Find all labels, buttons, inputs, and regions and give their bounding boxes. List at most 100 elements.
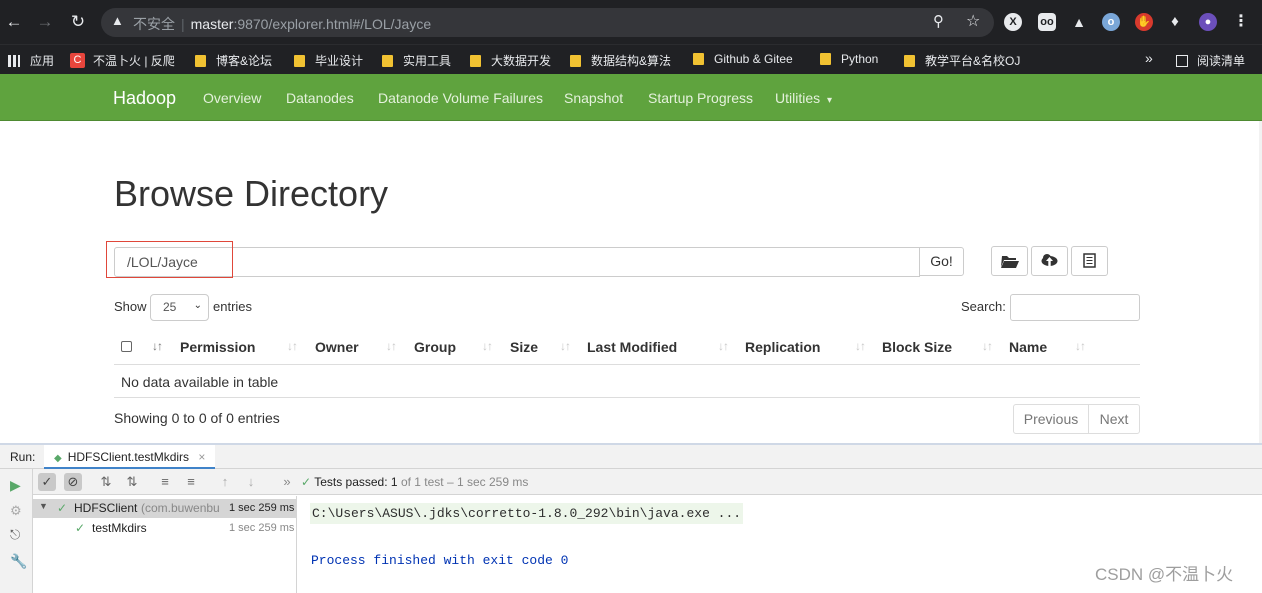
extension-hand-icon[interactable]: ✋ (1135, 13, 1153, 31)
test-class-name: HDFSClient (74, 501, 138, 515)
nav-datanode-volume-failures[interactable]: Datanode Volume Failures (378, 90, 543, 106)
sort-icon[interactable]: ↓↑ (718, 339, 729, 353)
more-bookmarks-button[interactable]: » (1145, 50, 1153, 66)
nav-utilities-label: Utilities (775, 90, 821, 106)
create-directory-button[interactable] (991, 246, 1028, 276)
reload-icon[interactable]: ↻ (67, 11, 89, 33)
search-input[interactable] (1010, 294, 1140, 321)
console-exit-line: Process finished with exit code 0 (311, 553, 569, 568)
wrench-icon[interactable]: 🔧 (10, 553, 27, 570)
sort-alpha-icon[interactable]: ⇅ (97, 473, 115, 491)
debug-icon[interactable]: ⚙ (10, 503, 22, 519)
tree-row-method[interactable]: ✓ testMkdirs 1 sec 259 ms (33, 519, 297, 538)
bookmark-folder[interactable]: 教学平台&名校OJ (904, 52, 1020, 69)
sort-icon[interactable]: ↓↑ (855, 339, 866, 353)
extensions-puzzle-icon[interactable]: ♦ (1166, 13, 1184, 31)
extension-box-icon[interactable]: oo (1038, 13, 1056, 31)
attach-icon[interactable]: ⎋ (10, 527, 20, 543)
test-method-name: testMkdirs (92, 521, 147, 535)
directory-path-input[interactable] (114, 247, 920, 277)
sort-icon[interactable]: ↓↑ (560, 339, 571, 353)
apps-grid-icon (8, 54, 20, 67)
bookmark-folder[interactable]: 毕业设计 (294, 52, 363, 69)
sort-duration-icon[interactable]: ⇅ (123, 473, 141, 491)
column-size[interactable]: Size (510, 339, 538, 355)
select-all-checkbox[interactable] (121, 341, 132, 352)
nav-snapshot[interactable]: Snapshot (564, 90, 623, 106)
bookmark-label: 不温卜火 | 反爬 (93, 54, 175, 68)
next-button[interactable]: Next (1088, 404, 1140, 434)
nav-startup-progress[interactable]: Startup Progress (648, 90, 753, 106)
folder-icon (693, 53, 704, 65)
cloud-upload-icon (1041, 254, 1058, 266)
sort-icon[interactable]: ↓↑ (982, 339, 993, 353)
column-permission[interactable]: Permission (180, 339, 255, 355)
bookmark-folder[interactable]: Python (820, 52, 878, 66)
show-ignored-icon[interactable]: ⊘ (64, 473, 82, 491)
column-owner[interactable]: Owner (315, 339, 359, 355)
back-arrow-icon[interactable]: ← (3, 11, 25, 33)
folder-icon (382, 54, 393, 67)
browser-toolbar: ← → ↻ ▲ 不安全 | master:9870/explorer.html#/L… (0, 0, 1262, 44)
pass-check-icon: ✓ (75, 521, 86, 535)
rerun-icon[interactable]: ▶ (10, 477, 21, 494)
menu-dots-icon[interactable]: ⋮ (1232, 13, 1250, 31)
column-last-modified[interactable]: Last Modified (587, 339, 677, 355)
chevron-down-icon: ⌄ (193, 300, 202, 311)
page-size-value: 25 (163, 300, 177, 314)
more-icon[interactable]: » (278, 473, 296, 491)
bookmark-apps[interactable]: 应用 (8, 52, 54, 69)
run-config-tab[interactable]: ◆ HDFSClient.testMkdirs × (44, 445, 216, 469)
folder-icon (904, 54, 915, 67)
upload-button[interactable] (1031, 246, 1068, 276)
collapse-all-icon[interactable]: ≡ (182, 473, 200, 491)
run-config-label: HDFSClient.testMkdirs (67, 450, 190, 464)
csdn-watermark: CSDN @不温卜火 (1095, 565, 1234, 584)
nav-overview[interactable]: Overview (203, 90, 261, 106)
extension-circle-icon[interactable]: o (1102, 13, 1120, 31)
column-block-size[interactable]: Block Size (882, 339, 952, 355)
column-name[interactable]: Name (1009, 339, 1047, 355)
sort-asc-icon[interactable]: ↓↑ (152, 339, 163, 353)
nav-datanodes[interactable]: Datanodes (286, 90, 354, 106)
bookmark-item[interactable]: C 不温卜火 | 反爬 (70, 52, 175, 69)
previous-button[interactable]: Previous (1013, 404, 1089, 434)
bookmark-folder[interactable]: 博客&论坛 (195, 52, 272, 69)
show-passed-icon[interactable]: ✓ (38, 473, 56, 491)
bookmark-label: 数据结构&算法 (591, 54, 672, 68)
zoom-icon[interactable]: ⚲ (933, 12, 944, 30)
url-path: :9870/explorer.html#/LOL/Jayce (233, 16, 432, 32)
expand-all-icon[interactable]: ≡ (156, 473, 174, 491)
reading-list-button[interactable]: 阅读清单 (1176, 52, 1245, 69)
next-failed-icon[interactable]: ↓ (242, 473, 260, 491)
hadoop-brand[interactable]: Hadoop (113, 88, 176, 109)
column-group[interactable]: Group (414, 339, 456, 355)
star-icon[interactable]: ☆ (966, 11, 980, 31)
bookmark-folder[interactable]: 实用工具 (382, 52, 451, 69)
sort-icon[interactable]: ↓↑ (1075, 339, 1086, 353)
page-size-select[interactable]: 25 ⌄ (150, 294, 209, 321)
bookmark-folder[interactable]: 大数据开发 (470, 52, 551, 69)
sort-icon[interactable]: ↓↑ (287, 339, 298, 353)
table-bottom-divider (114, 397, 1140, 398)
prev-failed-icon[interactable]: ↑ (216, 473, 234, 491)
forward-arrow-icon[interactable]: → (34, 11, 56, 33)
bookmark-folder[interactable]: 数据结构&算法 (570, 52, 671, 69)
sort-icon[interactable]: ↓↑ (482, 339, 493, 353)
bookmark-folder[interactable]: Github & Gitee (693, 52, 793, 66)
address-bar[interactable]: ▲ 不安全 | master:9870/explorer.html#/LOL/Jay… (101, 8, 994, 37)
console-command-line: C:\Users\ASUS\.jdks\corretto-1.8.0_292\b… (310, 503, 744, 524)
nav-utilities[interactable]: Utilities ▾ (775, 90, 832, 106)
url-text[interactable]: 不安全 | master:9870/explorer.html#/LOL/Jayce (133, 14, 431, 34)
search-label: Search: (961, 299, 1006, 314)
close-icon[interactable]: × (198, 450, 205, 464)
column-replication[interactable]: Replication (745, 339, 820, 355)
extension-x-icon[interactable]: X (1004, 13, 1022, 31)
tree-row-class[interactable]: ▼ ✓ HDFSClient (com.buwenbu 1 sec 259 ms (33, 499, 297, 518)
chevron-down-icon: ▼ (39, 501, 48, 511)
avatar[interactable]: ● (1199, 13, 1217, 31)
go-button[interactable]: Go! (919, 247, 964, 276)
cut-paste-button[interactable] (1071, 246, 1108, 276)
extension-triangle-icon[interactable]: ▲ (1070, 13, 1088, 31)
sort-icon[interactable]: ↓↑ (386, 339, 397, 353)
